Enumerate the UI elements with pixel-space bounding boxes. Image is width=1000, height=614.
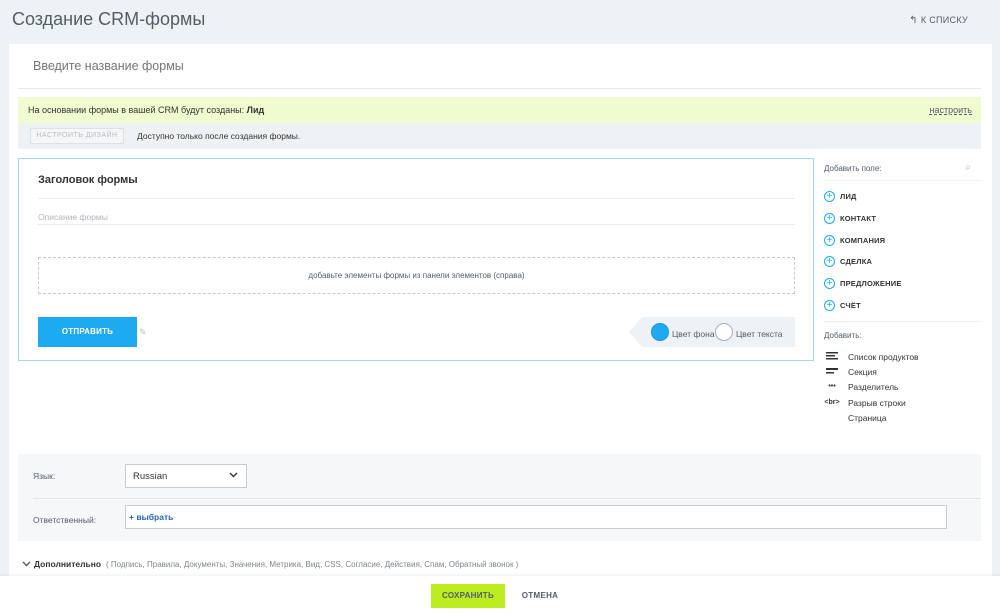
add-item-label: Секция: [848, 367, 877, 377]
line-break-icon: <br>: [824, 399, 840, 406]
add-item-label: Страница: [848, 413, 887, 423]
add-item-label: Список продуктов: [848, 352, 919, 362]
notice-text: На основании формы в вашей CRM будут соз…: [28, 105, 264, 115]
submit-button[interactable]: ОТПРАВИТЬ: [38, 317, 137, 347]
pencil-icon[interactable]: ✎: [139, 327, 147, 338]
additional-label: Дополнительно: [34, 559, 102, 569]
add-item-label: Разделитель: [848, 382, 899, 392]
form-name-row: [18, 44, 981, 89]
elements-sidebar: Добавить поле: ⌕ + ЛИД + КОНТАКТ + КОМПА…: [814, 158, 981, 448]
form-description[interactable]: Описание формы: [38, 212, 108, 222]
notice-setup-link[interactable]: настроить: [930, 105, 972, 115]
divider: [38, 198, 795, 199]
plus-circle-icon: +: [824, 235, 835, 246]
entity-label: КОМПАНИЯ: [840, 236, 886, 245]
select-responsible-link[interactable]: + выбрать: [129, 512, 173, 522]
plus-circle-icon: +: [824, 191, 835, 202]
cancel-button[interactable]: ОТМЕНА: [514, 584, 566, 608]
design-note: Доступно только после создания формы.: [137, 131, 301, 141]
crm-notice: На основании формы в вашей CRM будут соз…: [18, 97, 981, 123]
notice-entity: Лид: [246, 105, 265, 115]
entity-label: ПРЕДЛОЖЕНИЕ: [840, 279, 902, 288]
entity-label: КОНТАКТ: [840, 214, 877, 223]
section-icon: [824, 367, 840, 379]
back-arrow-icon: ↰: [909, 15, 918, 26]
form-name-input[interactable]: [33, 59, 633, 73]
add-element-label: Добавить:: [824, 331, 862, 340]
plus-circle-icon: +: [824, 300, 835, 311]
add-field-label: Добавить поле:: [824, 164, 882, 173]
form-settings: Язык: Russian Ответственный: + выбрать: [18, 454, 981, 541]
entity-label: СДЕЛКА: [840, 257, 873, 266]
plus-circle-icon: +: [824, 256, 835, 267]
configure-design-button[interactable]: НАСТРОИТЬ ДИЗАЙН: [30, 128, 124, 144]
product-list-icon: [824, 352, 840, 364]
form-preview: Заголовок формы Описание формы добавьте …: [18, 158, 814, 361]
background-color-swatch[interactable]: [651, 323, 669, 341]
notice-label: На основании формы в вашей CRM будут соз…: [28, 105, 245, 115]
additional-options-list: ( Подпись, Правила, Документы, Значения,…: [106, 560, 519, 569]
divider-icon: •••: [828, 383, 836, 390]
language-select[interactable]: Russian: [125, 464, 247, 488]
text-color-label[interactable]: Цвет текста: [736, 329, 783, 339]
divider: [33, 498, 981, 499]
top-bar: Создание CRM-формы ↰ К СПИСКУ: [0, 0, 1000, 44]
form-elements-dropzone[interactable]: добавьте элементы формы из панели элемен…: [38, 257, 795, 294]
entity-label: ЛИД: [840, 192, 857, 201]
language-label: Язык:: [33, 471, 56, 481]
bottom-action-bar: СОХРАНИТЬ ОТМЕНА: [0, 576, 1000, 614]
back-to-list-link[interactable]: ↰ К СПИСКУ: [909, 15, 968, 26]
plus-circle-icon: +: [824, 213, 835, 224]
divider: [824, 321, 981, 322]
chevron-down-icon: [22, 559, 31, 570]
form-heading[interactable]: Заголовок формы: [38, 174, 138, 186]
save-button[interactable]: СОХРАНИТЬ: [431, 584, 505, 608]
search-icon[interactable]: ⌕: [965, 162, 971, 173]
entity-label: СЧЁТ: [840, 301, 861, 310]
background-color-label[interactable]: Цвет фона: [672, 329, 715, 339]
back-to-list-label: К СПИСКУ: [920, 15, 968, 25]
divider: [38, 224, 795, 225]
add-item-label: Разрыв строки: [848, 398, 906, 408]
text-color-swatch[interactable]: [715, 323, 733, 341]
responsible-field[interactable]: + выбрать: [125, 505, 947, 529]
chevron-down-icon: [229, 470, 238, 481]
plus-circle-icon: +: [824, 278, 835, 289]
responsible-label: Ответственный:: [33, 515, 97, 525]
page-title: Создание CRM-формы: [12, 9, 206, 29]
divider: [824, 180, 981, 181]
language-value: Russian: [133, 471, 168, 482]
design-row: НАСТРОИТЬ ДИЗАЙН Доступно только после с…: [18, 123, 981, 149]
